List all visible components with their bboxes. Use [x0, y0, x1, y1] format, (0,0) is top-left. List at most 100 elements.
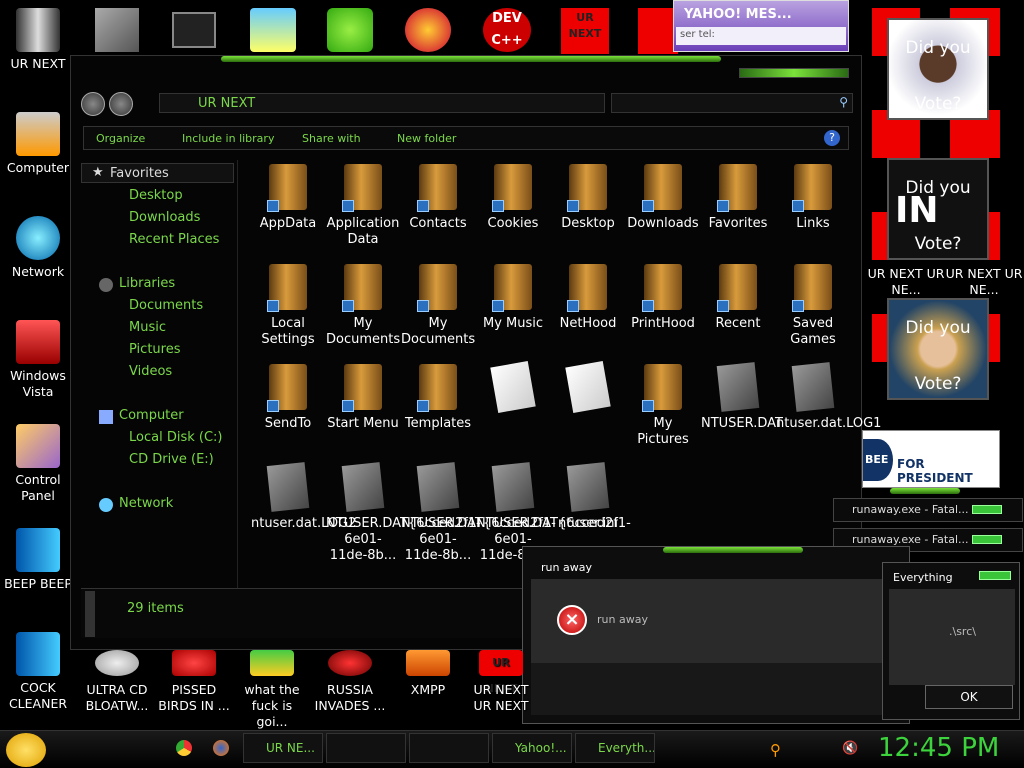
file-item[interactable]: Local Settings — [251, 264, 325, 348]
desktop-icon-pig[interactable] — [327, 8, 373, 52]
file-item[interactable]: Saved Games — [776, 264, 850, 348]
vote-poster-in[interactable]: Did you IN Vote? — [887, 158, 989, 260]
desktop-icon-ur-next-2[interactable]: UR NEXT UR NEXT UR NEXT — [464, 650, 538, 714]
desktop-icon-russia[interactable]: RUSSIA INVADES ... — [313, 650, 387, 714]
new-folder-button[interactable]: New folder — [397, 132, 456, 145]
sidebar-item-cd-drive[interactable]: CD Drive (E:) — [129, 452, 214, 467]
sidebar-item-music[interactable]: Music — [129, 320, 166, 335]
file-item[interactable]: My Music — [476, 264, 550, 332]
desktop-icon-network[interactable]: Network — [1, 216, 75, 280]
file-item[interactable]: NTUSER.DAT{6cced2f1-6e01-11de-8b... — [401, 462, 556, 564]
desktop-icon-ultra-cd[interactable]: ULTRA CD BLOATW... — [80, 650, 154, 714]
file-item[interactable]: My Documents — [401, 264, 475, 348]
start-button[interactable] — [6, 733, 46, 767]
ok-button[interactable]: OK — [925, 685, 1013, 709]
vote-poster-obama[interactable]: Did you Vote? — [887, 18, 989, 120]
taskbar-button-2[interactable] — [326, 733, 406, 763]
desktop-icon-document[interactable] — [95, 8, 139, 52]
sidebar-item-documents[interactable]: Documents — [129, 298, 203, 313]
file-item[interactable]: Favorites — [701, 164, 775, 232]
task-label: Everyth... — [598, 741, 655, 755]
folder-icon — [342, 364, 382, 412]
file-item[interactable]: My Documents — [326, 264, 400, 348]
taskbar-button-explorer[interactable]: UR NE... — [243, 733, 323, 763]
sidebar-item-downloads[interactable]: Downloads — [129, 210, 200, 225]
sidebar-item-local-disk[interactable]: Local Disk (C:) — [129, 430, 222, 445]
taskbar-button-3[interactable] — [409, 733, 489, 763]
desktop-icon-cock-cleaner[interactable]: COCK CLEANER — [1, 632, 75, 712]
desktop-icon-recycle-bin[interactable]: Windows Vista — [1, 320, 75, 400]
run-away-dialog[interactable]: run away × run away — [522, 546, 910, 724]
file-item[interactable] — [476, 361, 550, 416]
include-in-library-button[interactable]: Include in library — [182, 132, 274, 145]
ur-next-tile[interactable] — [638, 8, 678, 54]
organize-button[interactable]: Organize — [96, 132, 145, 145]
file-item[interactable]: Downloads — [626, 164, 700, 232]
notification-runaway-1[interactable]: runaway.exe - Fatal... — [833, 498, 1023, 522]
file-item[interactable]: Templates — [401, 364, 475, 432]
taskbar-button-everything[interactable]: Everyth... — [575, 733, 655, 763]
file-item[interactable]: NTUSER.DAT — [701, 362, 783, 432]
taskbar-button-yahoo[interactable]: Yahoo!... — [492, 733, 572, 763]
desktop-icon-p-app[interactable] — [405, 8, 451, 52]
search-icon[interactable]: ⚲ — [770, 741, 781, 759]
file-item[interactable]: Start Menu — [326, 364, 400, 432]
file-item[interactable]: AppData — [251, 164, 325, 232]
file-item[interactable]: Links — [776, 164, 850, 232]
chrome-icon[interactable] — [176, 740, 192, 756]
shortcut-badge-icon — [267, 300, 279, 312]
desktop-icon-ur-next[interactable]: UR NEXT — [1, 8, 75, 72]
desktop-icon-cmd[interactable] — [172, 12, 216, 48]
sidebar-item-videos[interactable]: Videos — [129, 364, 172, 379]
file-item[interactable]: Desktop — [551, 164, 625, 232]
sidebar-item-pictures[interactable]: Pictures — [129, 342, 180, 357]
desktop-icon-pissed-birds[interactable]: PISSED BIRDS IN ... — [157, 650, 231, 714]
window-controls[interactable] — [739, 68, 849, 78]
desktop-icon-computer[interactable]: Computer — [1, 112, 75, 176]
yahoo-messenger-window[interactable]: YAHOO! MES... ser tel: — [673, 0, 849, 52]
icon-label: Control Panel — [15, 472, 61, 503]
sidebar-item-desktop[interactable]: Desktop — [129, 188, 183, 203]
desktop-icon-what-the[interactable]: what the fuck is goi... — [235, 650, 309, 730]
file-item[interactable]: ntuser.dat.LOG1 — [776, 362, 881, 432]
file-item[interactable]: PrintHood — [626, 264, 700, 332]
desktop-icon-xmpp[interactable]: XMPP — [391, 650, 465, 698]
yahoo-status[interactable]: ser tel: — [676, 27, 846, 45]
sidebar-item-computer[interactable]: Computer — [119, 408, 184, 423]
desktop-icon-beep-beep[interactable]: BEEP BEEP — [1, 528, 75, 592]
forward-button[interactable] — [109, 92, 133, 116]
folder-icon — [417, 264, 457, 312]
file-item[interactable]: My Pictures — [626, 364, 700, 448]
address-bar[interactable]: UR NEXT — [159, 93, 605, 113]
sidebar-item-recent-places[interactable]: Recent Places — [129, 232, 219, 247]
file-label: AppData — [259, 216, 317, 231]
ur-next-tile[interactable]: UR NEXT — [561, 8, 609, 54]
file-item[interactable]: Contacts — [401, 164, 475, 232]
file-item[interactable]: ntuser.ini — [551, 462, 625, 532]
space-bird-icon — [250, 650, 294, 676]
file-item[interactable]: Application Data — [326, 164, 400, 248]
everything-window[interactable]: Everything .\src\ OK — [882, 562, 1020, 720]
folder-icon — [492, 164, 532, 212]
vote-poster-clinton[interactable]: Did you Vote? — [887, 298, 989, 400]
file-item[interactable]: NetHood — [551, 264, 625, 332]
favorites-header[interactable]: ★ Favorites — [81, 163, 234, 183]
file-item[interactable] — [551, 361, 625, 416]
sidebar-item-libraries[interactable]: Libraries — [119, 276, 175, 291]
file-item[interactable]: ntuser.dat.LOG2 — [251, 462, 356, 532]
file-item[interactable]: Cookies — [476, 164, 550, 232]
back-button[interactable] — [81, 92, 105, 116]
file-item[interactable]: SendTo — [251, 364, 325, 432]
search-input[interactable]: ⚲ — [611, 93, 853, 113]
file-item[interactable]: NTUSER.DAT{6cced2f1-6e01-11de-8b... — [326, 462, 481, 564]
help-icon[interactable]: ? — [824, 130, 840, 146]
desktop-icon-control-panel[interactable]: Control Panel — [1, 424, 75, 504]
clock[interactable]: 12:45 PM — [878, 733, 999, 763]
sidebar-item-network[interactable]: Network — [119, 496, 173, 511]
volume-icon[interactable]: 🔇 — [842, 741, 858, 756]
firefox-icon[interactable] — [213, 740, 229, 756]
desktop-icon-notes[interactable] — [250, 8, 296, 52]
desktop-icon-dev-cpp[interactable]: DEV C++ — [483, 8, 531, 52]
file-item[interactable]: Recent — [701, 264, 775, 332]
share-with-button[interactable]: Share with — [302, 132, 361, 145]
